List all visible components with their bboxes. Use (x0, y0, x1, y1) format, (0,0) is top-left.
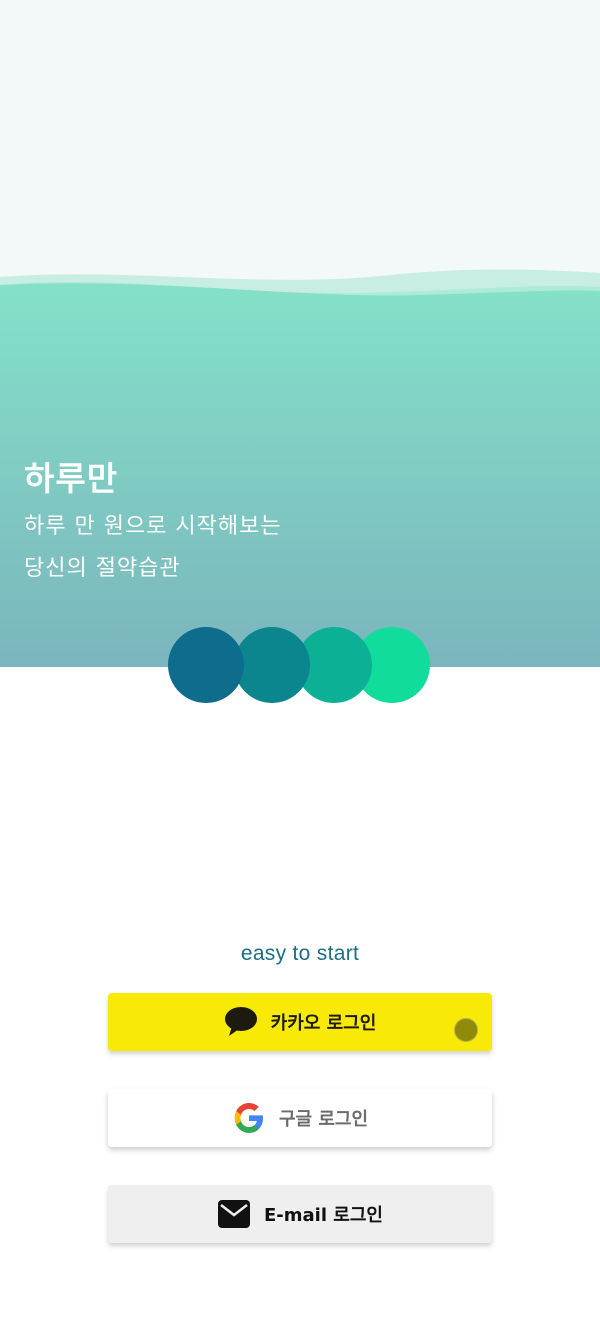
google-login-button[interactable]: 구글 로그인 (108, 1089, 492, 1147)
kakao-login-label: 카카오 로그인 (270, 1013, 377, 1034)
logo-circles (168, 627, 434, 707)
google-g-icon (232, 1103, 266, 1133)
subtitle-line-2: 당신의 절약습관 (24, 556, 181, 581)
logo-circle-2 (234, 627, 310, 703)
speech-bubble-icon (224, 1007, 258, 1037)
sky-background (0, 0, 600, 300)
subtitle-line-1: 하루 만 원으로 시작해보는 (24, 514, 282, 539)
logo-circle-1 (168, 627, 244, 703)
login-screen: 하루만 하루 만 원으로 시작해보는 당신의 절약습관 easy to star… (0, 0, 600, 1333)
app-title: 하루만 (24, 459, 119, 498)
google-login-label: 구글 로그인 (278, 1109, 369, 1130)
touch-indicator (454, 1018, 478, 1042)
tagline: easy to start (240, 942, 360, 965)
app-subtitle: 하루 만 원으로 시작해보는 당신의 절약습관 (24, 506, 282, 590)
email-login-label: E-mail 로그인 (264, 1205, 383, 1226)
email-login-button[interactable]: E-mail 로그인 (108, 1185, 492, 1243)
kakao-login-button[interactable]: 카카오 로그인 (108, 993, 492, 1051)
mail-icon (217, 1199, 251, 1229)
